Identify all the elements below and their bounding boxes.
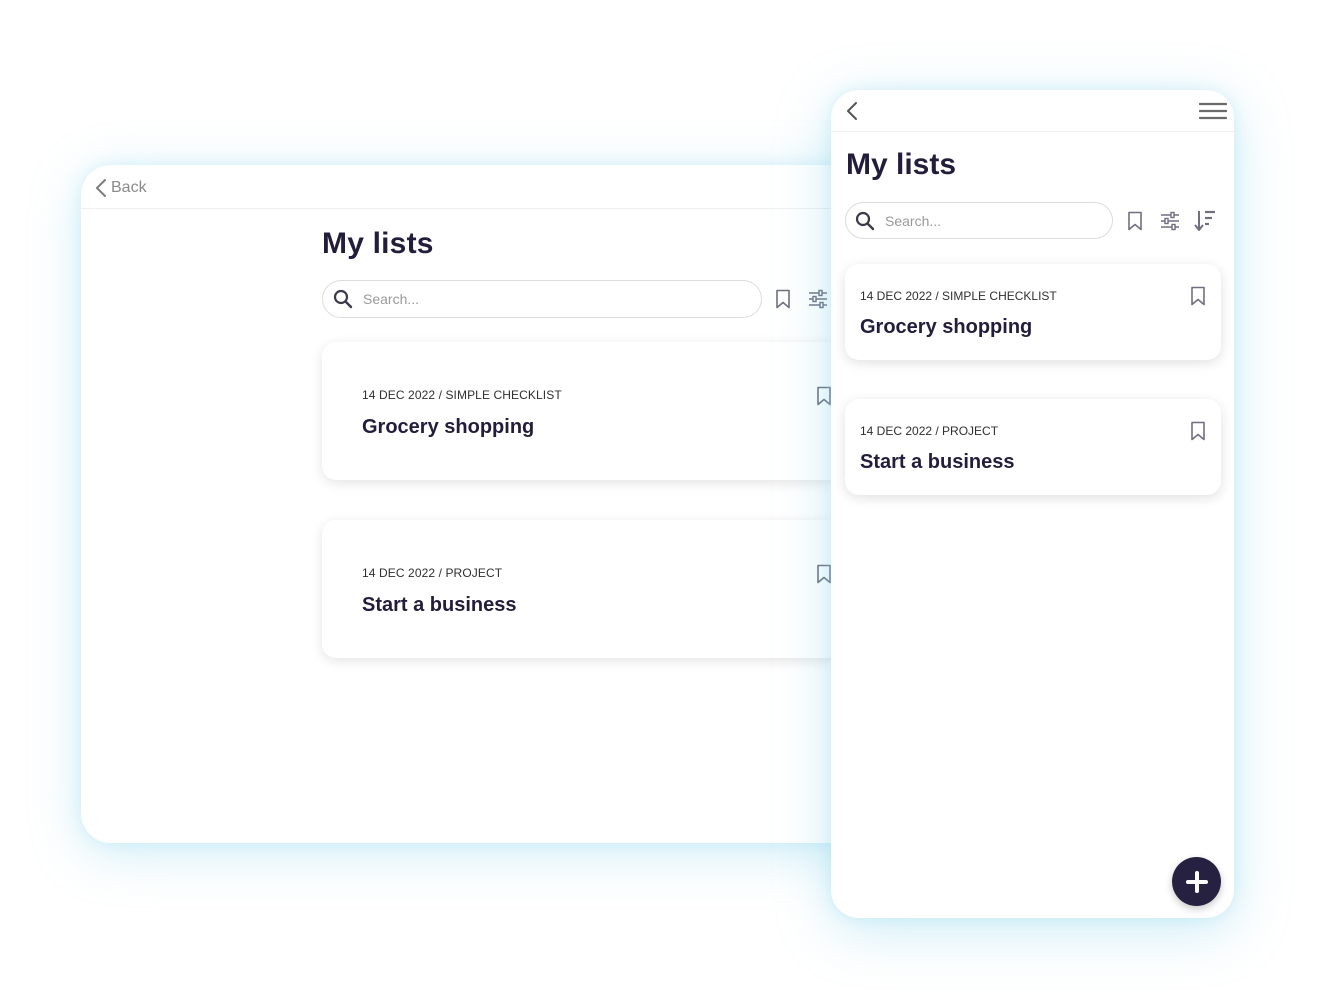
card-bookmark-button[interactable] [1190,421,1206,441]
bookmark-filter-button[interactable] [1127,211,1143,231]
search-icon [333,289,353,309]
page-title: My lists [322,227,434,260]
mobile-frame: My lists 14 DEC 2022 / SIMPLE CHECKLIST [831,90,1234,918]
sort-icon [1194,210,1215,231]
card-title: Start a business [362,594,517,616]
bookmark-icon [776,289,790,309]
chevron-left-icon [95,178,107,198]
card-title: Grocery shopping [362,416,535,438]
list-card[interactable]: 14 DEC 2022 / SIMPLE CHECKLIST Grocery s… [322,342,842,480]
bookmark-icon [817,564,831,584]
mobile-top-bar [831,90,1234,132]
search-bar[interactable] [322,280,762,318]
bookmark-icon [1191,421,1205,441]
bookmark-filter-button[interactable] [775,289,791,309]
card-meta: 14 DEC 2022 / PROJECT [362,566,503,580]
sort-button[interactable] [1194,209,1216,233]
bookmark-icon [1191,286,1205,306]
filter-button[interactable] [808,289,828,309]
list-card[interactable]: 14 DEC 2022 / PROJECT Start a business [322,520,842,658]
search-input[interactable] [363,291,761,307]
bookmark-icon [1128,211,1142,231]
card-meta: 14 DEC 2022 / SIMPLE CHECKLIST [362,388,562,402]
card-bookmark-button[interactable] [816,564,832,584]
card-bookmark-button[interactable] [816,386,832,406]
search-icon [855,211,875,231]
desktop-top-bar: Back [81,165,861,209]
card-meta: 14 DEC 2022 / PROJECT [860,424,999,438]
filter-button[interactable] [1160,211,1180,231]
card-meta: 14 DEC 2022 / SIMPLE CHECKLIST [860,289,1057,303]
card-title: Grocery shopping [860,316,1033,338]
sliders-icon [1161,211,1179,231]
plus-icon [1185,870,1208,893]
search-input[interactable] [885,212,1112,229]
chevron-left-icon [847,102,857,120]
card-title: Start a business [860,451,1015,473]
back-button[interactable]: Back [95,177,147,199]
bookmark-icon [817,386,831,406]
sliders-icon [809,289,827,309]
page-title: My lists [846,148,957,181]
desktop-frame: Back My lists 14 DEC 2022 / SIMPLE CHECK… [81,165,861,843]
search-bar[interactable] [845,202,1113,239]
hamburger-menu-icon [1199,102,1227,120]
card-bookmark-button[interactable] [1190,286,1206,306]
back-button[interactable] [845,100,859,122]
back-label: Back [111,179,147,196]
list-card[interactable]: 14 DEC 2022 / PROJECT Start a business [845,399,1221,495]
menu-button[interactable] [1199,102,1227,120]
add-list-button[interactable] [1172,857,1221,906]
list-card[interactable]: 14 DEC 2022 / SIMPLE CHECKLIST Grocery s… [845,264,1221,360]
